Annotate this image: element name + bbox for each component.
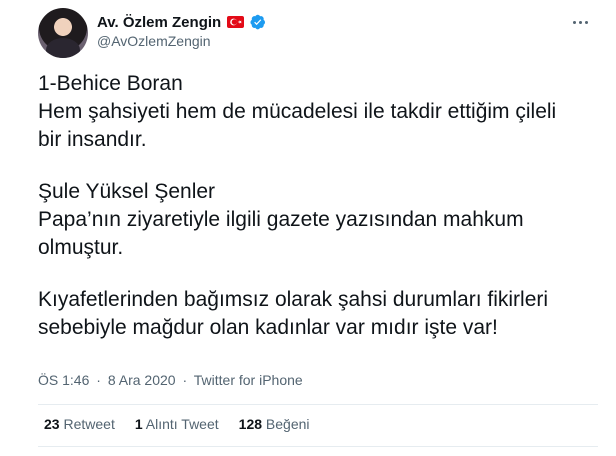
avatar-scarf (46, 38, 80, 58)
meta-separator: · (182, 372, 188, 388)
tweet-source-link[interactable]: Twitter for iPhone (194, 372, 303, 388)
retweets-count: 23 (44, 416, 60, 432)
tweet-date: 8 Ara 2020 (107, 372, 176, 388)
author-handle[interactable]: @AvOzlemZengin (97, 33, 211, 49)
tweet-line: Papa’nın ziyaretiyle ilgili gazete yazıs… (38, 208, 524, 231)
tweet-line: sebebiyle mağdur olan kadınlar var mıdır… (38, 316, 498, 339)
author-display-name[interactable]: Av. Özlem Zengin (97, 14, 221, 31)
tweet-paragraph: Kıyafetlerinden bağımsız olarak şahsi du… (38, 286, 598, 342)
divider (38, 404, 598, 405)
tweet-line: bir insandır. (38, 128, 147, 151)
turkey-flag-icon (227, 16, 245, 28)
retweets-label: Retweet (63, 416, 115, 432)
author-name-row: Av. Özlem Zengin (97, 12, 266, 32)
tweet-timestamp-link[interactable]: ÖS 1:46 · 8 Ara 2020 (38, 372, 179, 388)
tweet-line: Kıyafetlerinden bağımsız olarak şahsi du… (38, 288, 549, 311)
tweet-time: ÖS 1:46 (38, 372, 90, 388)
verified-badge-icon (250, 14, 266, 30)
tweet-paragraph: 1-Behice Boran Hem şahsiyeti hem de müca… (38, 70, 598, 154)
quote-tweets-count: 1 (134, 416, 143, 432)
meta-separator: · (96, 372, 101, 388)
more-options-icon[interactable] (568, 12, 592, 32)
tweet-line: Şule Yüksel Şenler (38, 180, 216, 203)
quote-tweets-stat[interactable]: 1 Alıntı Tweet (135, 416, 219, 432)
tweet-line: olmuştur. (38, 236, 124, 259)
tweet-metadata: ÖS 1:46 · 8 Ara 2020 · Twitter for iPhon… (38, 372, 303, 388)
likes-label: Beğeni (265, 416, 310, 432)
engagement-stats: 23 Retweet 1 Alıntı Tweet 128 Beğeni (44, 416, 310, 432)
quote-tweets-label: Alıntı Tweet (145, 416, 219, 432)
tweet-line: 1-Behice Boran (38, 72, 183, 95)
likes-stat[interactable]: 128 Beğeni (239, 416, 310, 432)
divider (38, 446, 598, 447)
avatar[interactable] (38, 8, 88, 58)
likes-count: 128 (238, 416, 263, 432)
retweets-stat[interactable]: 23 Retweet (44, 416, 115, 432)
tweet-line: Hem şahsiyeti hem de mücadelesi ile takd… (38, 100, 557, 123)
tweet-text: 1-Behice Boran Hem şahsiyeti hem de müca… (38, 70, 598, 366)
tweet-paragraph: Şule Yüksel Şenler Papa’nın ziyaretiyle … (38, 178, 598, 262)
tweet-card: Av. Özlem Zengin @AvOzlemZengin 1-Behice… (0, 0, 616, 456)
